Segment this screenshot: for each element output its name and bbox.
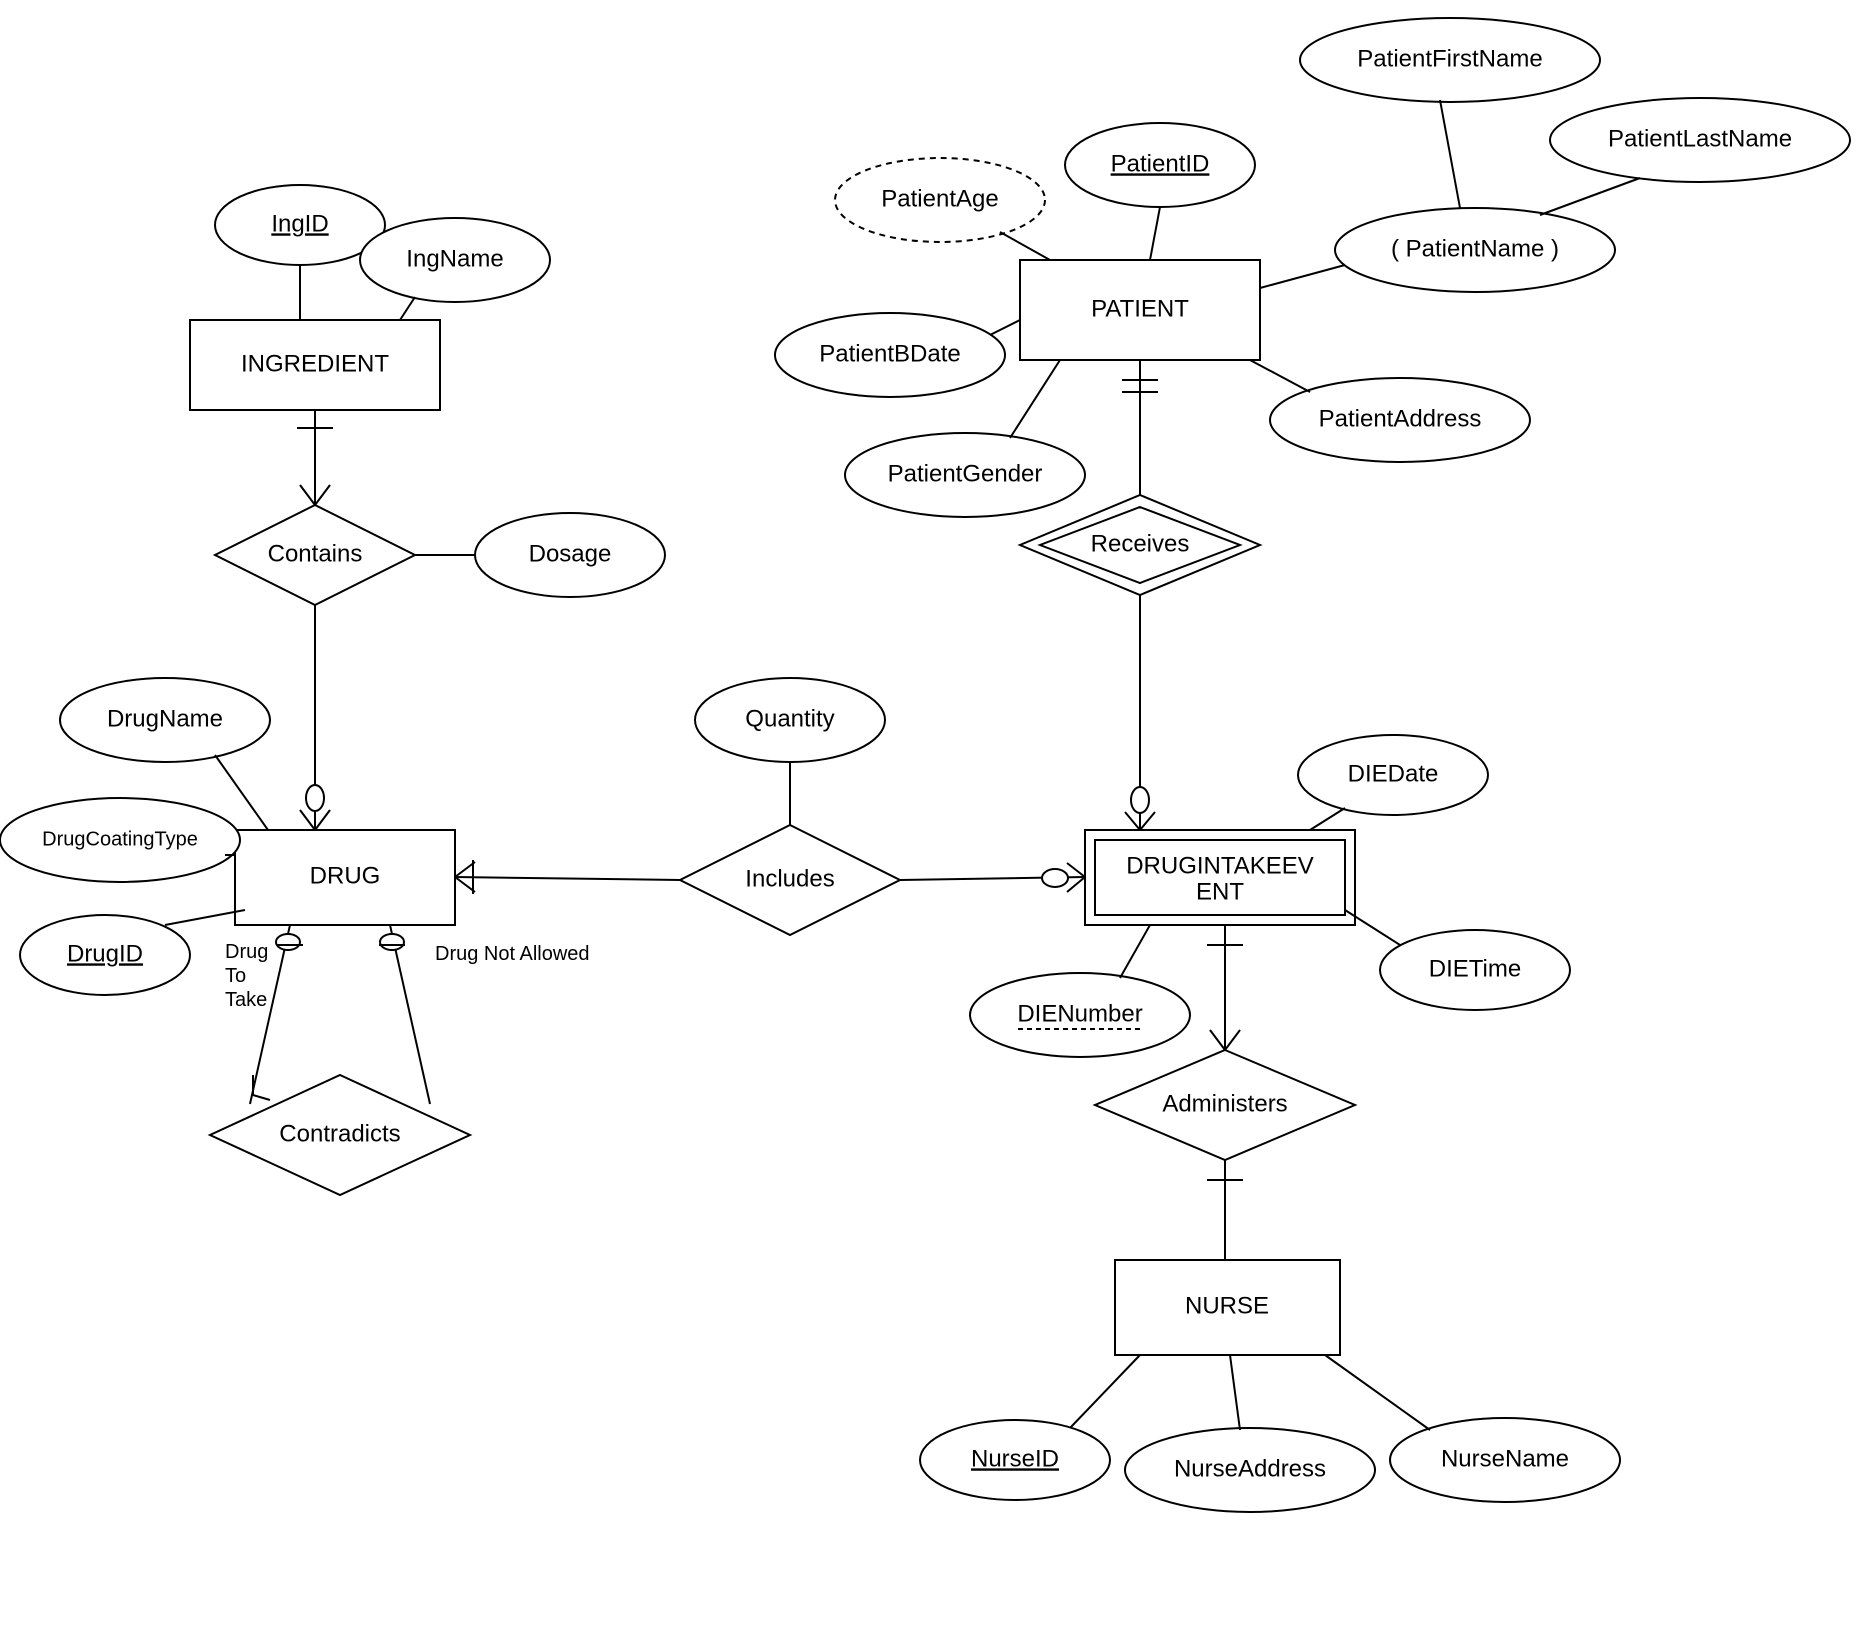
rel-contains-label: Contains	[268, 540, 363, 567]
attr-patientgender-label: PatientGender	[888, 460, 1043, 487]
attr-nurseid-label: NurseID	[971, 1445, 1059, 1472]
attr-diedate-label: DIEDate	[1348, 760, 1439, 787]
rel-includes-label: Includes	[745, 865, 834, 892]
attr-dienumber-label: DIENumber	[1017, 1000, 1142, 1027]
rel-contradicts-label: Contradicts	[279, 1120, 400, 1147]
rel-receives-label: Receives	[1091, 530, 1190, 557]
attr-dietime-label: DIETime	[1429, 955, 1521, 982]
attr-patientid-label: PatientID	[1111, 150, 1210, 177]
attr-patientfirst-label: PatientFirstName	[1357, 45, 1542, 72]
entity-patient-label: PATIENT	[1091, 295, 1189, 322]
attr-drugname-label: DrugName	[107, 705, 223, 732]
attr-patientlast-label: PatientLastName	[1608, 125, 1792, 152]
entity-drugintake-label1: DRUGINTAKEEV	[1126, 852, 1314, 879]
attr-nurseaddress-label: NurseAddress	[1174, 1455, 1326, 1482]
attr-drugid-label: DrugID	[67, 940, 143, 967]
entity-drug-label: DRUG	[310, 862, 381, 889]
attr-patientname-label: ( PatientName )	[1391, 235, 1559, 262]
entity-nurse-label: NURSE	[1185, 1292, 1269, 1319]
entity-ingredient-label: INGREDIENT	[241, 350, 389, 377]
attr-drugcoating-label: DrugCoatingType	[42, 828, 198, 850]
role-drugtotake-3: Take	[225, 989, 267, 1011]
attr-quantity-label: Quantity	[745, 705, 834, 732]
attr-patientaddress-label: PatientAddress	[1319, 405, 1482, 432]
attr-dosage-label: Dosage	[529, 540, 612, 567]
attr-ingname-label: IngName	[406, 245, 503, 272]
er-diagram: INGREDIENT IngID IngName Contains Dosage…	[0, 0, 1867, 1637]
role-drugnot: Drug Not Allowed	[435, 943, 590, 965]
attr-nursename-label: NurseName	[1441, 1445, 1569, 1472]
attr-patientage-label: PatientAge	[881, 185, 998, 212]
attr-patientbdate-label: PatientBDate	[819, 340, 960, 367]
rel-administers-label: Administers	[1162, 1090, 1287, 1117]
role-drugtotake-1: Drug	[225, 941, 268, 963]
entity-drugintake-label2: ENT	[1196, 878, 1244, 905]
attr-ingid-label: IngID	[271, 210, 328, 237]
role-drugtotake-2: To	[225, 965, 246, 987]
